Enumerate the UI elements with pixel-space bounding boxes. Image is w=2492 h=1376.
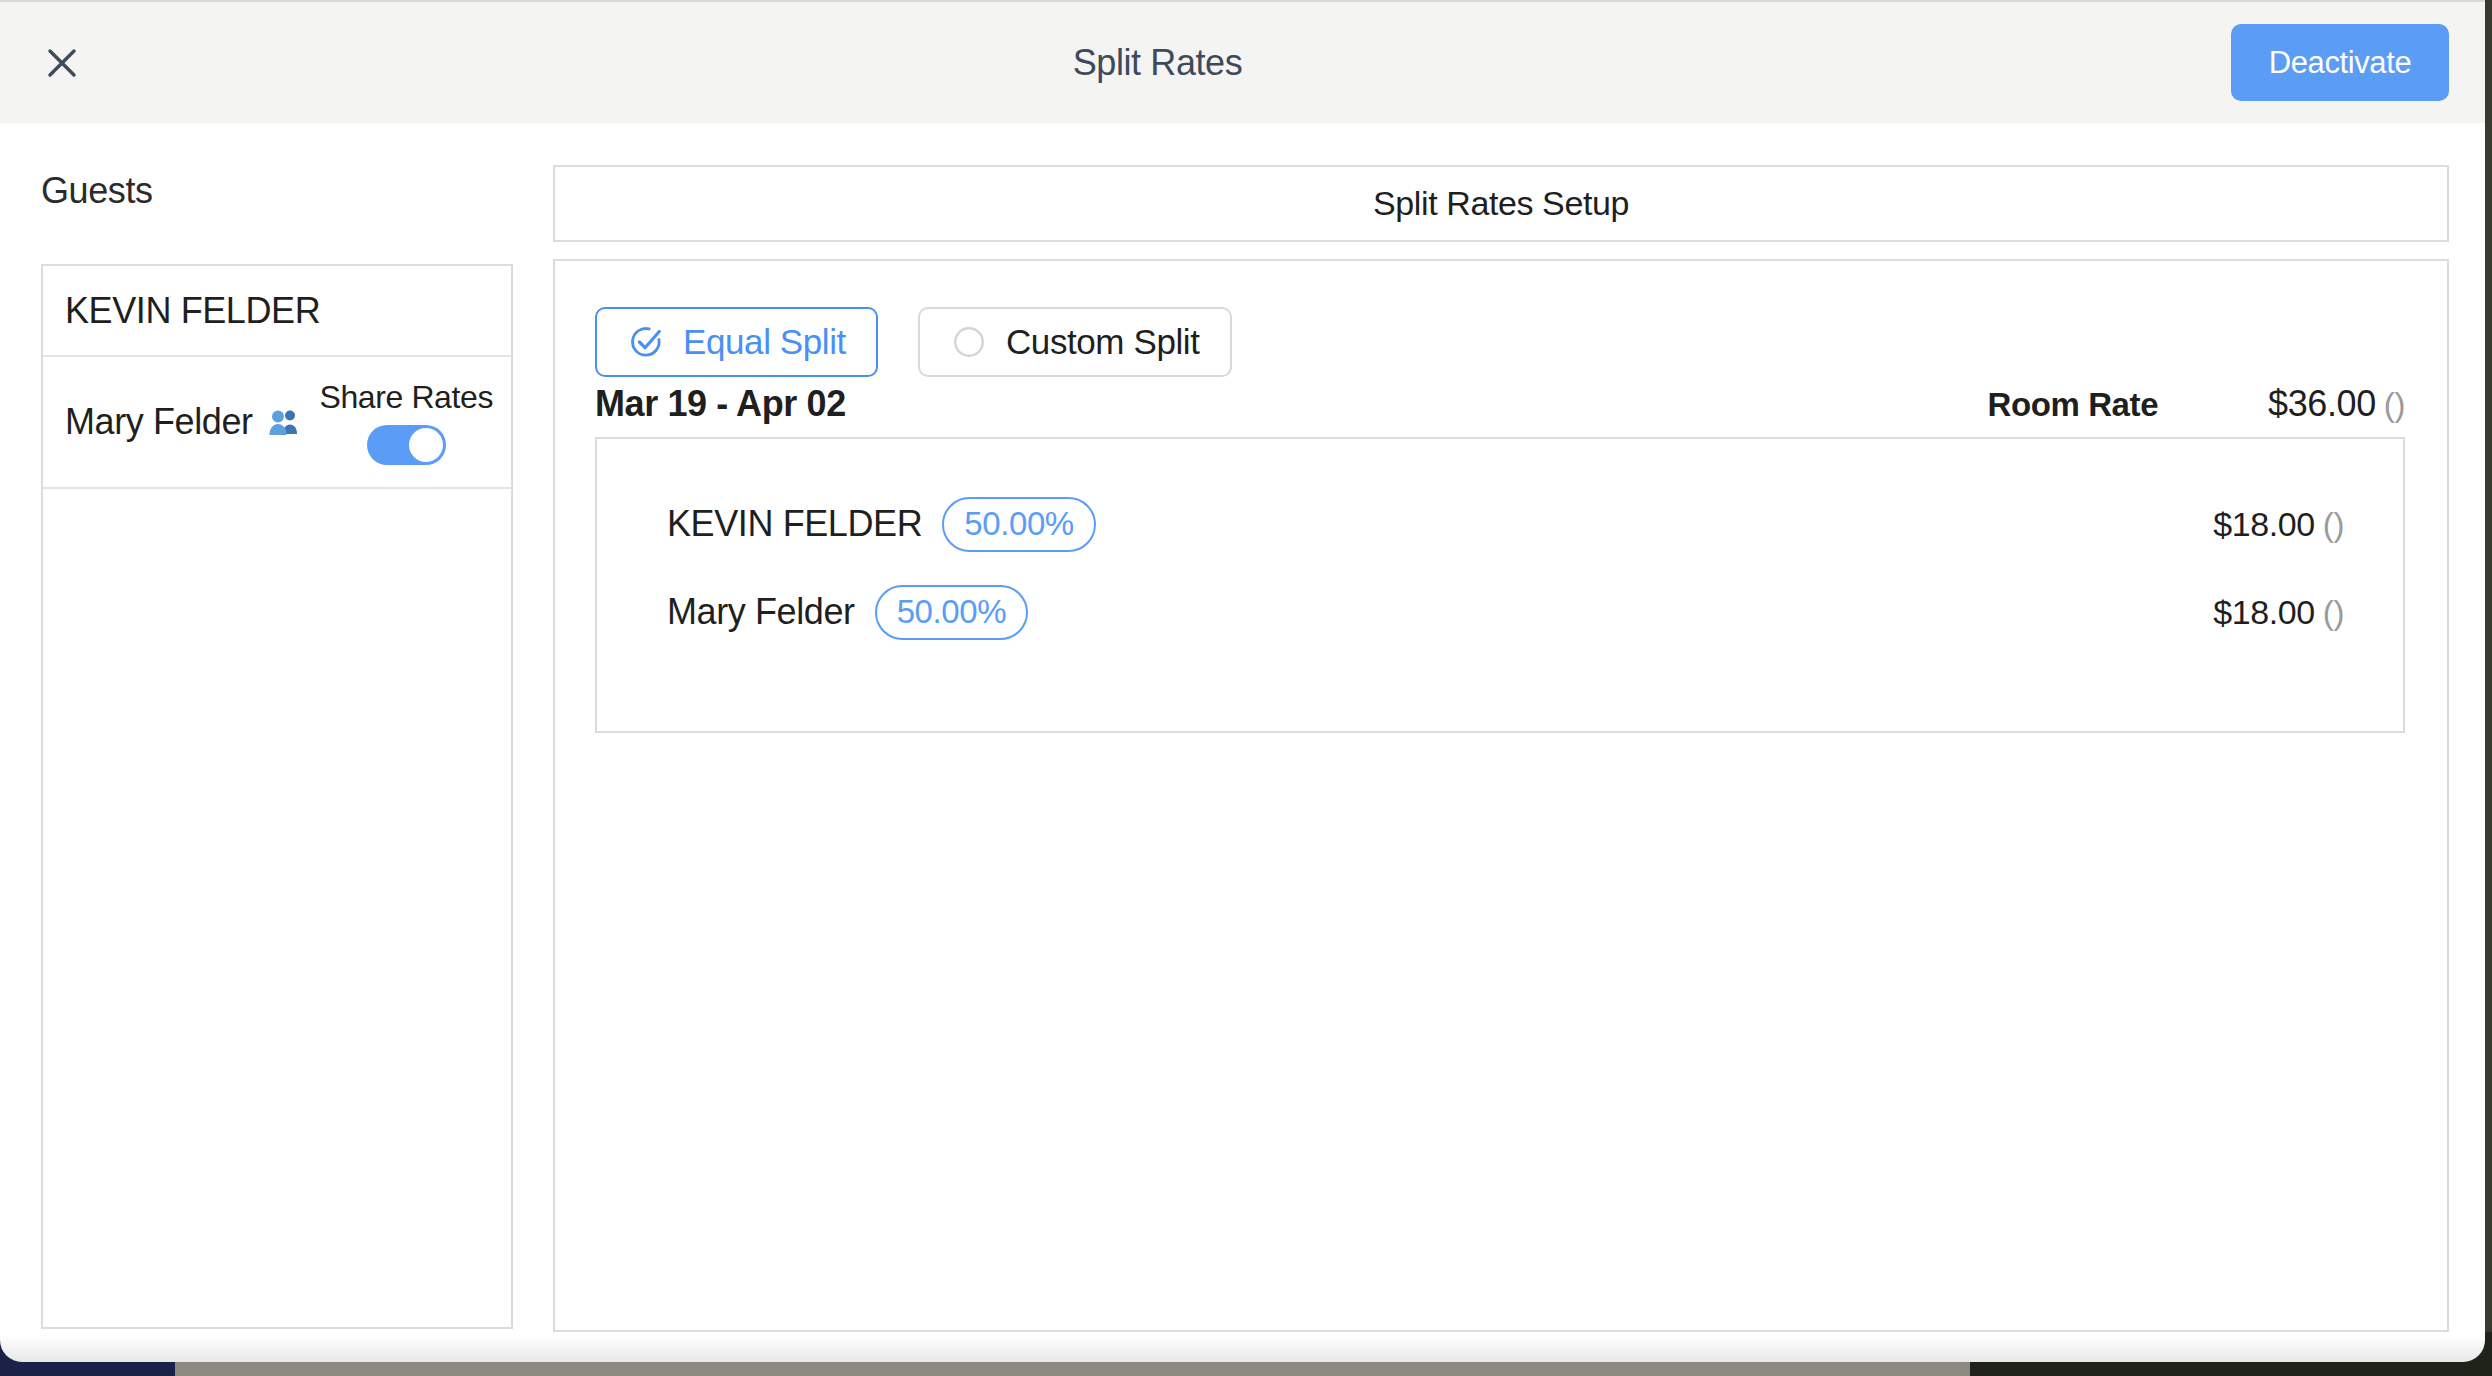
rate-header-row: Mar 19 - Apr 02 Room Rate $36.00() bbox=[595, 383, 2405, 425]
room-rate-paren: () bbox=[2384, 386, 2405, 423]
custom-split-button[interactable]: Custom Split bbox=[918, 307, 1232, 377]
rate-guest-name: KEVIN FELDER bbox=[667, 503, 922, 545]
guests-sidebar: Guests KEVIN FELDER Mary Felder bbox=[41, 123, 513, 1332]
setup-panel: Split Rates Setup Equal Split bbox=[553, 123, 2449, 1332]
setup-panel-body: Equal Split Custom Split Mar 19 - Apr 02… bbox=[553, 259, 2449, 1332]
modal-title: Split Rates bbox=[84, 42, 2231, 84]
equal-split-button[interactable]: Equal Split bbox=[595, 307, 878, 377]
background-page-right-sliver bbox=[2485, 0, 2492, 1376]
guest-rate-row: Mary Felder 50.00% $18.00() bbox=[667, 568, 2344, 656]
split-rates-modal: Split Rates Deactivate Guests KEVIN FELD… bbox=[0, 0, 2485, 1362]
share-rates-control: Share Rates bbox=[320, 379, 493, 465]
rate-amount-paren: () bbox=[2323, 594, 2344, 631]
room-rate-label: Room Rate bbox=[1988, 386, 2159, 424]
rate-guest-name: Mary Felder bbox=[667, 591, 855, 633]
percent-input[interactable]: 50.00% bbox=[875, 585, 1029, 640]
setup-panel-title: Split Rates Setup bbox=[553, 165, 2449, 242]
equal-split-label: Equal Split bbox=[683, 322, 846, 362]
modal-body: Guests KEVIN FELDER Mary Felder bbox=[0, 123, 2485, 1332]
toggle-knob bbox=[409, 428, 443, 462]
primary-guest-name: KEVIN FELDER bbox=[65, 290, 320, 332]
share-rates-label: Share Rates bbox=[320, 379, 493, 416]
custom-split-label: Custom Split bbox=[1006, 322, 1200, 362]
guest-list: KEVIN FELDER Mary Felder bbox=[41, 264, 513, 1329]
date-range: Mar 19 - Apr 02 bbox=[595, 383, 1988, 425]
people-icon bbox=[267, 407, 301, 437]
close-button[interactable] bbox=[40, 41, 84, 85]
rate-amount: $18.00() bbox=[2213, 593, 2344, 632]
circle-icon bbox=[950, 323, 988, 361]
rate-amount: $18.00() bbox=[2213, 505, 2344, 544]
close-icon bbox=[45, 46, 79, 80]
guest-name: Mary Felder bbox=[65, 401, 253, 443]
guests-heading: Guests bbox=[41, 170, 513, 212]
share-rates-toggle[interactable] bbox=[367, 425, 446, 465]
primary-guest-row[interactable]: KEVIN FELDER bbox=[43, 266, 511, 357]
modal-header: Split Rates Deactivate bbox=[0, 0, 2485, 123]
split-rates-screen: Split Rates Deactivate Guests KEVIN FELD… bbox=[0, 0, 2492, 1376]
room-rate-value: $36.00() bbox=[2268, 383, 2405, 425]
guest-rates-box: KEVIN FELDER 50.00% $18.00() Mary Felder… bbox=[595, 437, 2405, 733]
check-circle-icon bbox=[627, 323, 665, 361]
guest-row[interactable]: Mary Felder Share Ra bbox=[43, 357, 511, 489]
percent-input[interactable]: 50.00% bbox=[942, 497, 1096, 552]
rate-amount-paren: () bbox=[2323, 506, 2344, 543]
deactivate-button[interactable]: Deactivate bbox=[2231, 24, 2449, 101]
split-mode-row: Equal Split Custom Split bbox=[595, 307, 2405, 377]
guest-rate-row: KEVIN FELDER 50.00% $18.00() bbox=[667, 480, 2344, 568]
